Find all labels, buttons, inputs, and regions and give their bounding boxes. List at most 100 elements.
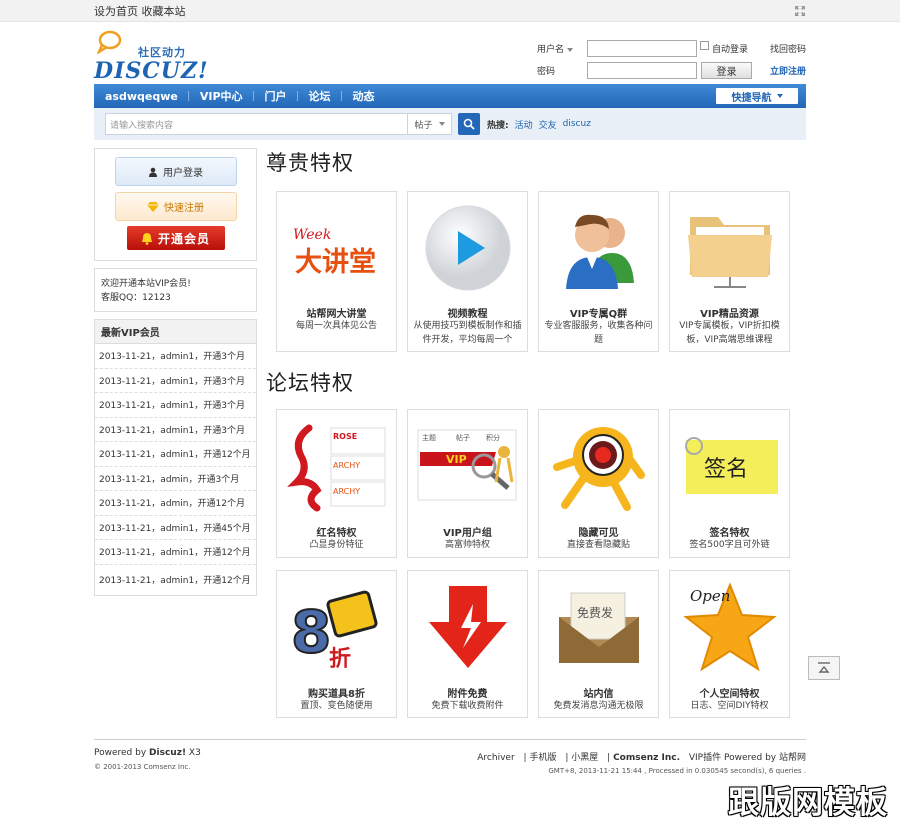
card-desc: 每周一次具体见公告 <box>295 321 377 331</box>
card-title: 签名特权 <box>709 528 750 539</box>
privilege-card[interactable]: 附件免费 免费下载收费附件 <box>407 570 528 718</box>
svg-text:签名: 签名 <box>704 457 748 482</box>
card-desc: 日志、空间DIY特权 <box>690 701 769 711</box>
search-type-select[interactable]: 帖子 <box>408 113 452 135</box>
hot-label: 热搜: <box>487 120 509 131</box>
search-bar: 请输入搜索内容 帖子 热搜: 活动 交友 discuz <box>94 108 806 140</box>
retrieve-password-link[interactable]: 找回密码 <box>770 42 806 55</box>
chevron-down-icon <box>776 94 783 98</box>
card-title: 隐藏可见 <box>578 528 619 539</box>
svg-text:ROSE: ROSE <box>333 432 357 441</box>
nav-item-feed[interactable]: 动态 <box>342 84 386 108</box>
privilege-card[interactable]: 签名 签名特权 签名500字且可外链 <box>669 409 790 558</box>
svg-text:积分: 积分 <box>486 433 500 442</box>
chevron-down-icon <box>438 122 445 126</box>
list-item: 2013-11-21，admin1，开通3个月 <box>95 369 256 393</box>
privilege-card[interactable]: 8折 购买道具8折 置顶、变色随便用 <box>276 570 397 718</box>
svg-text:ARCHY: ARCHY <box>333 461 360 470</box>
login-button[interactable]: 登录 <box>701 62 752 79</box>
svg-text:帖子: 帖子 <box>456 433 470 442</box>
latest-vip-title: 最新VIP会员 <box>95 320 256 344</box>
nav-item-user[interactable]: asdwqeqwe <box>94 84 189 108</box>
signature-note-icon: 签名 <box>677 417 782 515</box>
password-input[interactable] <box>587 62 697 79</box>
nav-item-vip[interactable]: VIP中心 <box>189 84 254 108</box>
chevron-down-icon <box>567 47 574 52</box>
welcome-text: 欢迎开通本站VIP会员! <box>101 279 191 289</box>
privilege-card[interactable]: 隐藏可见 直接查看隐藏贴 <box>538 409 659 558</box>
watermark: 跟版网模板 <box>728 784 888 821</box>
set-home-link[interactable]: 设为首页 <box>94 5 138 18</box>
privilege-card[interactable]: VIP专属Q群 专业客服服务，收集各种问题 <box>538 191 659 352</box>
auto-login-checkbox[interactable]: 自动登录 <box>700 40 748 57</box>
open-vip-button[interactable]: 开通会员 <box>126 226 225 250</box>
top-bar: 设为首页 收藏本站 <box>0 0 900 22</box>
svg-text:Open: Open <box>690 587 730 605</box>
privilege-card[interactable]: 免费发 站内信 免费发消息沟通无极限 <box>538 570 659 718</box>
card-title: 红名特权 <box>316 528 357 539</box>
card-title: 站内信 <box>583 689 614 700</box>
username-input[interactable] <box>587 40 697 57</box>
welcome-box: 欢迎开通本站VIP会员! 客服QQ：12123 <box>94 268 257 312</box>
privilege-card[interactable]: ROSE ARCHY ARCHY 红名特权 凸显身份特征 <box>276 409 397 558</box>
register-link[interactable]: 立即注册 <box>770 64 806 77</box>
bell-icon <box>141 232 152 245</box>
quick-nav-button[interactable]: 快捷导航 <box>716 88 798 104</box>
card-desc: 高富帅特权 <box>444 540 490 550</box>
download-icon <box>415 578 520 676</box>
username-label[interactable]: 用户名 <box>537 42 587 55</box>
eye-creature-icon <box>546 417 651 515</box>
premium-grid: Week 大讲堂 站帮网大讲堂 每周一次具体见公告 视频教程 从使用技巧到模板制作… <box>276 191 806 352</box>
hot-word[interactable]: discuz <box>563 119 591 129</box>
forum-grid-2: 8折 购买道具8折 置顶、变色随便用 附件免费 免费下载收费附件 免费发 站内信… <box>276 570 806 718</box>
red-name-icon: ROSE ARCHY ARCHY <box>284 417 389 515</box>
privilege-card[interactable]: Week 大讲堂 站帮网大讲堂 每周一次具体见公告 <box>276 191 397 352</box>
quick-register-button[interactable]: 快速注册 <box>114 192 237 221</box>
nav-item-forum[interactable]: 论坛 <box>298 84 342 108</box>
back-to-top-button[interactable] <box>808 656 840 680</box>
site-logo[interactable]: 社区动力 DISCUZ! <box>94 30 208 84</box>
svg-text:大讲堂: 大讲堂 <box>295 247 376 278</box>
content: 尊贵特权 Week 大讲堂 站帮网大讲堂 每周一次具体见公告 视频教程 从使用技巧… <box>266 148 806 718</box>
mobile-link[interactable]: 手机版 <box>529 753 556 763</box>
privilege-card[interactable]: VIP精品资源 VIP专属模板，VIP折扣模板，VIP高端思维课程 <box>669 191 790 352</box>
password-label: 密码 <box>537 67 556 77</box>
action-box: 用户登录 快速注册 开通会员 <box>94 148 257 261</box>
blackroom-link[interactable]: 小黑屋 <box>571 753 598 763</box>
list-item: 2013-11-21，admin1，开通3个月 <box>95 393 256 418</box>
privilege-card[interactable]: 主题 帖子 积分 VIP VIP用户组 高富帅特权 <box>407 409 528 558</box>
archiver-link[interactable]: Archiver <box>477 753 514 763</box>
forum-grid: ROSE ARCHY ARCHY 红名特权 凸显身份特征 主题 帖子 积分 VIP VIP… <box>276 409 806 558</box>
list-item: 2013-11-21，admin1，开通45个月 <box>95 516 256 540</box>
card-title: 视频教程 <box>447 309 488 320</box>
user-icon <box>149 167 157 177</box>
company-name: Comsenz Inc. <box>613 753 680 763</box>
lecture-icon: Week 大讲堂 <box>284 199 389 297</box>
user-login-button[interactable]: 用户登录 <box>114 157 237 186</box>
svg-text:折: 折 <box>329 647 351 672</box>
logo-wordmark: DISCUZ! <box>94 58 209 84</box>
list-item: 2013-11-21，admin，开通12个月 <box>95 491 256 516</box>
list-item: 2013-11-21，admin1，开通12个月 <box>95 442 256 467</box>
search-button[interactable] <box>458 113 480 135</box>
search-input[interactable]: 请输入搜索内容 <box>105 113 408 135</box>
card-title: VIP专属Q群 <box>569 309 628 320</box>
premium-section-title: 尊贵特权 <box>266 151 354 175</box>
main-area: 用户登录 快速注册 开通会员 欢迎开通本站VIP会员! 客服QQ：12123 最… <box>94 148 806 737</box>
privilege-card[interactable]: Open 个人空间特权 日志、空间DIY特权 <box>669 570 790 718</box>
envelope-icon: 免费发 <box>546 578 651 676</box>
card-title: 站帮网大讲堂 <box>306 309 367 320</box>
plugin-credit: VIP插件 Powered by 站帮网 <box>688 753 806 763</box>
bookmark-link[interactable]: 收藏本站 <box>142 5 186 18</box>
privilege-card[interactable]: 视频教程 从使用技巧到模板制作和插件开发，平均每周一个 <box>407 191 528 352</box>
hot-word[interactable]: 活动 <box>515 118 533 131</box>
list-item: 2013-11-21，admin1，开通12个月 <box>99 576 251 586</box>
vip-group-icon: 主题 帖子 积分 VIP <box>415 417 520 515</box>
card-title: 购买道具8折 <box>308 689 365 700</box>
diamond-icon <box>147 201 159 212</box>
card-desc: 置顶、变色随便用 <box>300 701 373 711</box>
video-play-icon <box>415 199 520 297</box>
nav-item-portal[interactable]: 门户 <box>254 84 298 108</box>
expand-icon[interactable] <box>794 5 806 17</box>
hot-word[interactable]: 交友 <box>539 118 557 131</box>
